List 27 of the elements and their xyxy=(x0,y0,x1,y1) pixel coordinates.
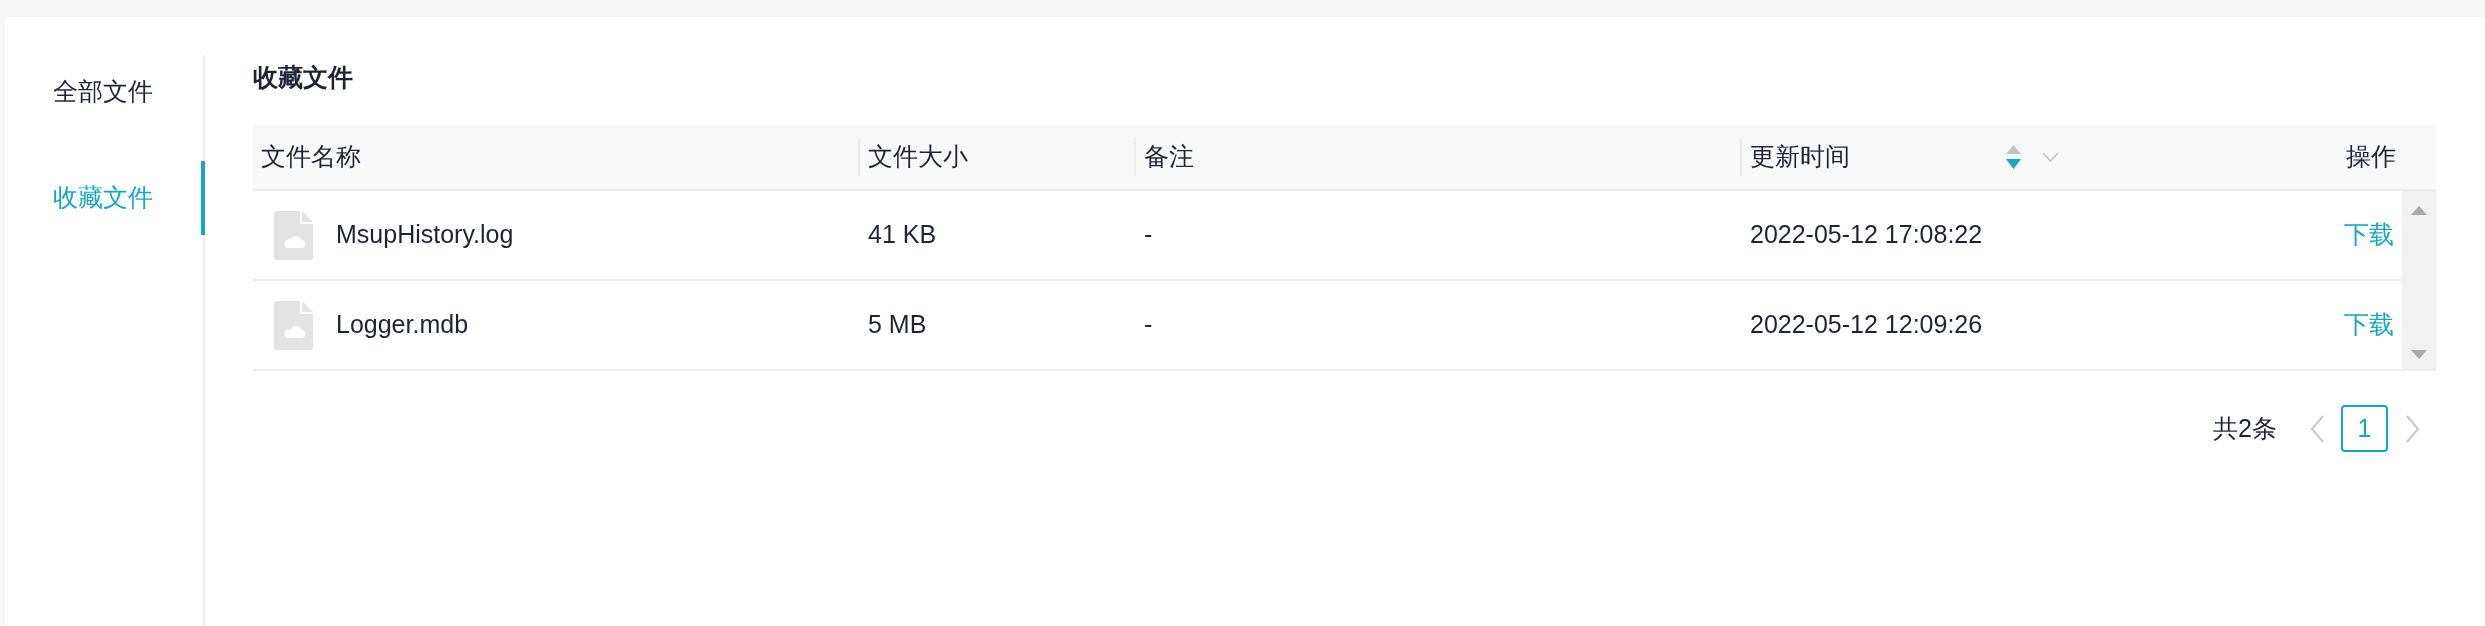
download-link[interactable]: 下载 xyxy=(2344,306,2394,344)
file-name: Logger.mdb xyxy=(336,309,469,341)
download-link[interactable]: 下载 xyxy=(2344,216,2394,254)
scroll-up-arrow-icon[interactable] xyxy=(2411,206,2427,215)
sidebar-item[interactable]: 收藏文件 xyxy=(5,161,205,235)
total-count: 共2条 xyxy=(2213,412,2277,444)
file-icon xyxy=(274,300,313,350)
chevron-down-icon[interactable] xyxy=(2042,152,2059,162)
file-name: MsupHistory.log xyxy=(336,219,514,251)
column-header: 备注 xyxy=(1144,141,1194,173)
column-header: 更新时间 xyxy=(1750,141,1850,173)
table-cell-text: 2022-05-12 12:09:26 xyxy=(1750,309,1983,341)
column-header: 文件大小 xyxy=(868,141,968,173)
table-cell-text: 5 MB xyxy=(868,309,927,341)
table-cell-text: - xyxy=(1144,219,1153,251)
table-cell-text: 41 KB xyxy=(868,219,937,251)
scrollbar[interactable] xyxy=(2402,191,2436,369)
sort-icon[interactable] xyxy=(2006,145,2021,169)
sidebar-item[interactable]: 全部文件 xyxy=(5,55,205,129)
scroll-down-arrow-icon[interactable] xyxy=(2411,350,2427,359)
file-icon xyxy=(274,210,313,260)
page-title: 收藏文件 xyxy=(253,62,354,92)
page-button[interactable]: 1 xyxy=(2341,405,2388,452)
table-cell-text: 2022-05-12 17:08:22 xyxy=(1750,219,1983,251)
column-header: 操作 xyxy=(2346,141,2396,173)
table-cell-text: - xyxy=(1144,309,1153,341)
column-header: 文件名称 xyxy=(261,141,361,173)
